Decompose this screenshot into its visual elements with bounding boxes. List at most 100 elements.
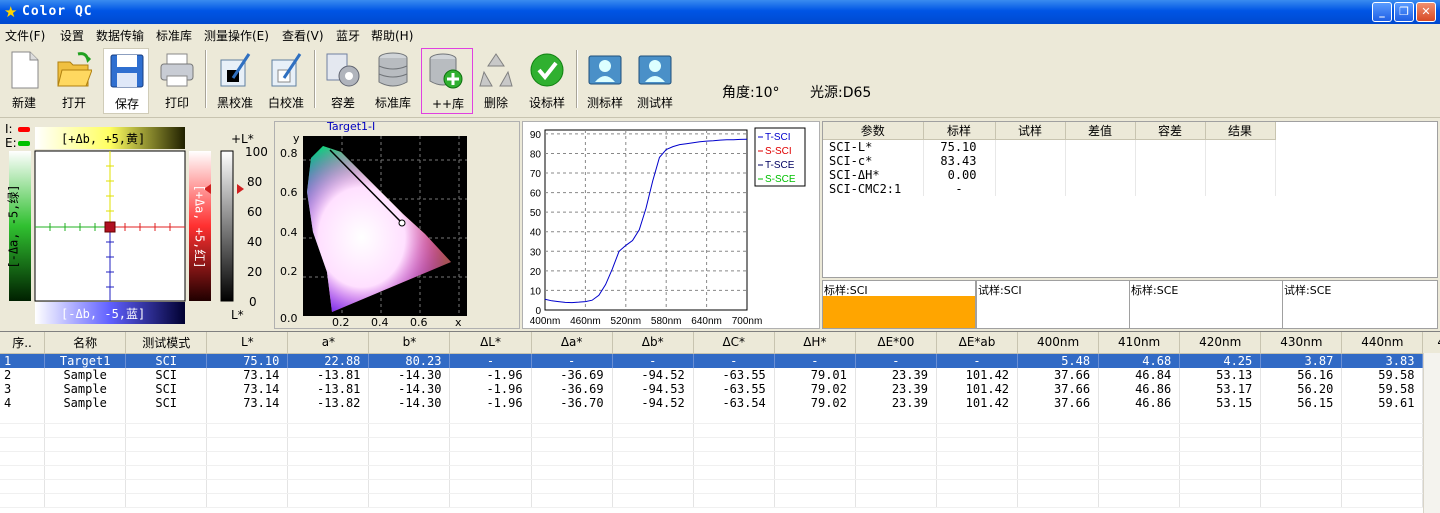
table-cell: Sample — [44, 395, 127, 410]
param-header[interactable]: 标样 — [923, 122, 996, 140]
database-icon — [378, 52, 408, 87]
menu-help[interactable]: 帮助(H) — [371, 27, 413, 44]
param-header[interactable]: 参数 — [823, 122, 924, 140]
measure-standard-button[interactable]: 测标样 — [582, 48, 628, 114]
empty-cell — [693, 493, 775, 508]
table-cell: 56.15 — [1260, 395, 1343, 410]
lightness-tick: 40 — [247, 235, 263, 249]
print-button[interactable]: 打印 — [154, 48, 200, 114]
delete-label: 删除 — [483, 96, 508, 110]
menu-view[interactable]: 查看(V) — [282, 27, 324, 44]
empty-cell — [1341, 409, 1424, 424]
empty-row — [0, 493, 1440, 508]
set-standard-button[interactable]: 设标样 — [524, 48, 570, 114]
column-header[interactable]: Δa* — [531, 332, 613, 354]
column-header[interactable]: 440nm — [1341, 332, 1424, 354]
param-header[interactable]: 容差 — [1135, 122, 1206, 140]
save-button[interactable]: 保存 — [103, 48, 149, 114]
column-header[interactable]: 410nm — [1098, 332, 1181, 354]
chromaticity-y-tick: 0.8 — [280, 147, 298, 160]
empty-cell — [287, 437, 370, 452]
empty-cell — [0, 479, 46, 494]
param-header[interactable]: 差值 — [1065, 122, 1136, 140]
chromaticity-y-tick: 0.0 — [280, 312, 298, 325]
param-header[interactable]: 试样 — [995, 122, 1066, 140]
table-row[interactable]: 4 Sample SCI 73.14 -13.82 -14.30 -1.96 -36.70 -9… — [0, 395, 1440, 410]
open-button[interactable]: 打开 — [51, 48, 97, 114]
empty-cell — [206, 493, 289, 508]
empty-cell — [693, 423, 775, 438]
column-header[interactable]: 420nm — [1179, 332, 1262, 354]
menu-bluetooth[interactable]: 蓝牙 — [336, 27, 360, 44]
chromaticity-x-tick: 0.6 — [410, 316, 428, 329]
tolerance-button[interactable]: 容差 — [320, 48, 366, 114]
delete-button[interactable]: 删除 — [473, 48, 519, 114]
table-row[interactable]: 1 Target1 SCI 75.10 22.88 80.23- - - - - - -5.48 4.6… — [0, 353, 1440, 368]
empty-cell — [368, 451, 451, 466]
empty-cell — [1098, 437, 1181, 452]
column-header[interactable]: 名称 — [44, 332, 127, 354]
column-header[interactable]: 400nm — [1017, 332, 1100, 354]
column-header[interactable]: ΔE*00 — [855, 332, 937, 354]
empty-cell — [1260, 423, 1343, 438]
param-header[interactable]: 结果 — [1205, 122, 1276, 140]
column-header[interactable]: 测试模式 — [125, 332, 208, 354]
column-header[interactable]: ΔE*ab — [936, 332, 1019, 354]
column-header[interactable]: 430nm — [1260, 332, 1343, 354]
column-header[interactable]: ΔL* — [449, 332, 532, 354]
empty-cell — [693, 479, 775, 494]
empty-row — [0, 409, 1440, 424]
standard-library-button[interactable]: 标准库 — [370, 48, 416, 114]
empty-cell — [693, 451, 775, 466]
empty-cell — [936, 409, 1019, 424]
table-cell: - — [449, 353, 532, 368]
empty-cell — [1179, 451, 1262, 466]
column-header[interactable]: a* — [287, 332, 370, 354]
menu-settings[interactable]: 设置 — [60, 27, 84, 44]
menu-data-transfer[interactable]: 数据传输 — [96, 27, 144, 44]
param-standard: 0.00 — [923, 168, 996, 182]
empty-cell — [125, 423, 208, 438]
table-cell: -36.69 — [531, 381, 613, 396]
vertical-scrollbar[interactable] — [1423, 353, 1440, 513]
close-button[interactable]: ✕ — [1416, 2, 1436, 22]
column-header[interactable]: ΔC* — [693, 332, 775, 354]
add-to-library-button[interactable]: ++库 — [421, 48, 473, 114]
table-cell: 46.84 — [1098, 367, 1181, 382]
empty-cell — [287, 423, 370, 438]
empty-cell — [855, 479, 937, 494]
menu-standard-library[interactable]: 标准库 — [156, 27, 192, 44]
menu-measure[interactable]: 测量操作(E) — [204, 27, 269, 44]
empty-cell — [936, 479, 1019, 494]
restore-button[interactable]: ❐ — [1394, 2, 1414, 22]
column-header[interactable]: Δb* — [612, 332, 694, 354]
table-row[interactable]: 3 Sample SCI 73.14 -13.81 -14.30 -1.96 -36.69 -9… — [0, 381, 1440, 396]
table-cell: - — [693, 353, 775, 368]
table-cell: 37.66 — [1017, 395, 1100, 410]
empty-cell — [1260, 409, 1343, 424]
menu-file[interactable]: 文件(F) — [5, 27, 45, 44]
white-calibration-button[interactable]: 白校准 — [263, 48, 309, 114]
column-header[interactable]: b* — [368, 332, 451, 354]
param-tolerance — [1135, 139, 1206, 154]
window-title: Color QC — [22, 4, 93, 19]
empty-cell — [1017, 423, 1100, 438]
black-calibration-button[interactable]: 黑校准 — [212, 48, 258, 114]
measure-sample-button[interactable]: 测试样 — [632, 48, 678, 114]
column-header[interactable]: L* — [206, 332, 289, 354]
table-row[interactable]: 2 Sample SCI 73.14 -13.81 -14.30 -1.96 -36.69 -9… — [0, 367, 1440, 382]
parameter-panel: 参数 标样 试样 差值 容差 结果 SCI-L* 75.10 SCI-c* 83… — [822, 121, 1438, 278]
empty-cell — [774, 437, 856, 452]
chromaticity-diagram — [303, 136, 467, 316]
empty-row — [0, 423, 1440, 438]
new-button[interactable]: 新建 — [1, 48, 47, 114]
column-header[interactable]: ΔH* — [774, 332, 856, 354]
empty-row — [0, 479, 1440, 494]
empty-cell — [774, 465, 856, 480]
column-header[interactable]: 序.. — [0, 332, 46, 354]
measurement-table-container: 序.. 名称 测试模式 L* a* b* ΔL* Δa* Δb* ΔC* ΔH* ΔE*00 ΔE*ab… — [0, 331, 1440, 513]
minimize-button[interactable]: _ — [1372, 2, 1392, 22]
empty-cell — [1017, 451, 1100, 466]
table-cell: 73.14 — [206, 381, 289, 396]
column-header[interactable]: 4 — [1422, 332, 1440, 354]
